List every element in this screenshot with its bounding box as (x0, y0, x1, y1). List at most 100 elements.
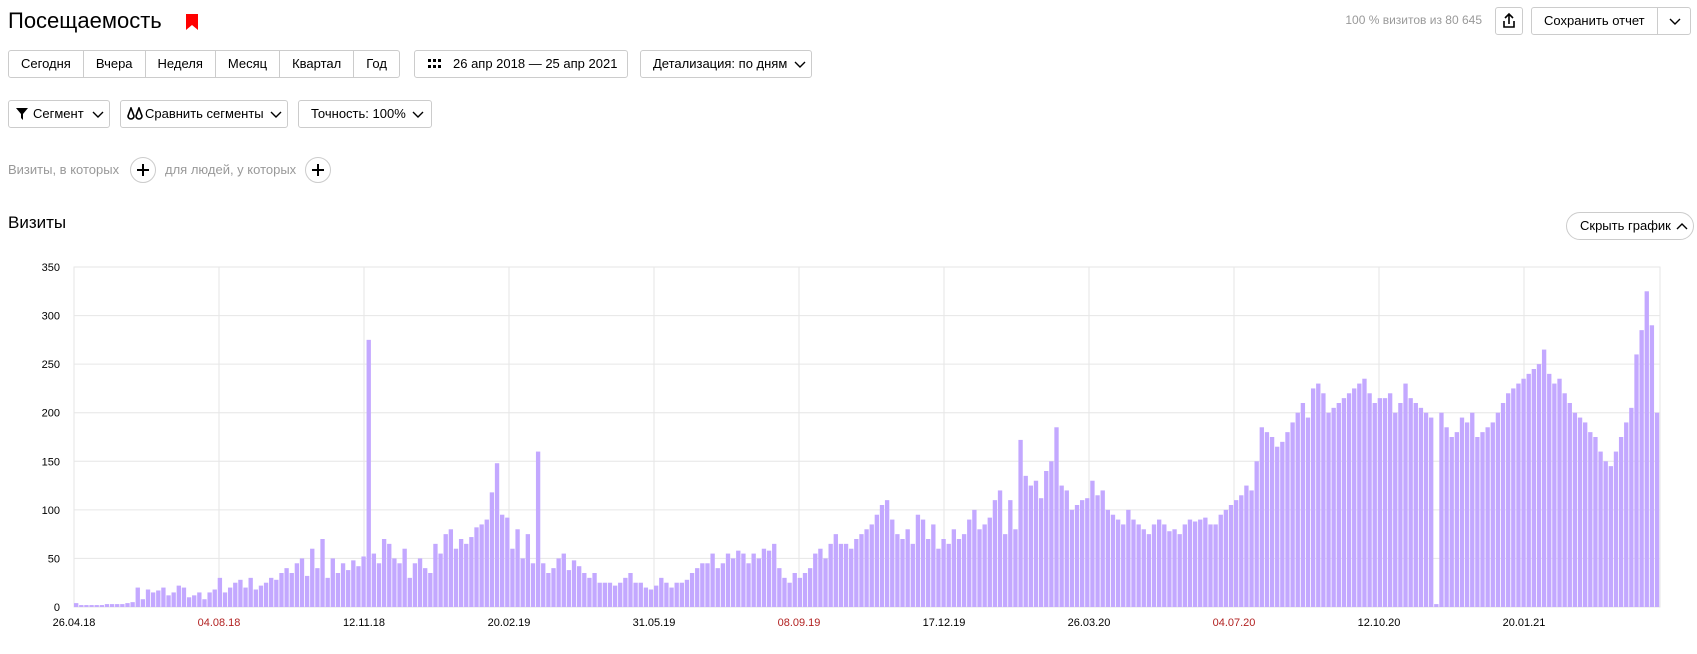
bar[interactable] (664, 582, 669, 607)
bar[interactable] (207, 592, 212, 607)
bar[interactable] (756, 558, 761, 607)
bar[interactable] (1629, 407, 1634, 607)
bar[interactable] (1506, 393, 1511, 607)
hide-chart-button[interactable]: Скрыть график (1566, 212, 1694, 240)
bar[interactable] (607, 582, 613, 607)
detail-dropdown[interactable]: Детализация: по дням (640, 50, 812, 78)
bar[interactable] (181, 587, 187, 607)
bar[interactable] (448, 529, 454, 607)
bar[interactable] (956, 539, 962, 607)
bar[interactable] (1080, 500, 1085, 607)
bar[interactable] (89, 605, 94, 607)
bar[interactable] (1429, 417, 1434, 607)
bar[interactable] (1541, 349, 1547, 607)
bar[interactable] (941, 539, 946, 607)
bar[interactable] (443, 534, 448, 607)
bar[interactable] (104, 604, 110, 607)
bar[interactable] (150, 592, 156, 607)
bar[interactable] (1239, 495, 1244, 607)
bar[interactable] (1074, 505, 1080, 607)
bar[interactable] (1162, 524, 1167, 607)
bar[interactable] (1198, 519, 1203, 607)
bar[interactable] (1583, 422, 1588, 607)
compare-segments-dropdown[interactable]: Сравнить сегменты (120, 100, 288, 128)
bar[interactable] (628, 573, 633, 607)
bar[interactable] (1423, 412, 1429, 607)
period-month-button[interactable]: Месяц (214, 51, 279, 77)
bookmark-icon[interactable] (186, 14, 198, 30)
bar[interactable] (761, 548, 767, 607)
bar[interactable] (1167, 531, 1172, 607)
bar[interactable] (838, 543, 844, 607)
bar[interactable] (1439, 412, 1444, 607)
bar[interactable] (222, 592, 228, 607)
bar[interactable] (1126, 509, 1131, 607)
bar[interactable] (1362, 378, 1367, 607)
save-report-button[interactable]: Сохранить отчет (1531, 7, 1691, 35)
bar[interactable] (936, 548, 941, 607)
bar[interactable] (777, 568, 782, 607)
bar[interactable] (361, 556, 366, 607)
bar[interactable] (1336, 403, 1341, 607)
bar[interactable] (1280, 441, 1285, 607)
bar[interactable] (1654, 412, 1660, 607)
bar[interactable] (1264, 432, 1270, 607)
accuracy-dropdown[interactable]: Точность: 100% (298, 100, 432, 128)
bar[interactable] (1300, 403, 1306, 607)
bar[interactable] (505, 517, 510, 607)
bar[interactable] (1259, 427, 1264, 607)
bar[interactable] (1141, 529, 1146, 607)
bar[interactable] (515, 529, 520, 607)
bar[interactable] (535, 451, 541, 607)
bar[interactable] (310, 548, 315, 607)
segment-dropdown[interactable]: Сегмент (8, 100, 110, 128)
bar[interactable] (623, 577, 628, 607)
bar[interactable] (1598, 451, 1603, 607)
bar[interactable] (366, 339, 371, 607)
bar[interactable] (1310, 388, 1316, 607)
bar[interactable] (428, 573, 433, 607)
bar[interactable] (376, 563, 382, 607)
bar[interactable] (417, 558, 423, 607)
bar[interactable] (1367, 393, 1372, 607)
bar[interactable] (618, 582, 623, 607)
bar[interactable] (94, 605, 99, 607)
bar[interactable] (1418, 407, 1424, 607)
bar[interactable] (1547, 373, 1552, 607)
bar[interactable] (176, 585, 181, 607)
bar[interactable] (346, 570, 351, 607)
bar[interactable] (115, 604, 120, 607)
bar[interactable] (859, 534, 864, 607)
bar[interactable] (1634, 354, 1639, 607)
bar[interactable] (484, 519, 489, 607)
bar[interactable] (74, 603, 79, 607)
bar[interactable] (1408, 398, 1413, 607)
bar[interactable] (299, 558, 305, 607)
bar[interactable] (371, 553, 377, 607)
bar[interactable] (351, 560, 356, 607)
bar[interactable] (1151, 524, 1157, 607)
bar[interactable] (520, 558, 525, 607)
bar[interactable] (951, 529, 957, 607)
bar[interactable] (849, 548, 854, 607)
bar[interactable] (1131, 519, 1136, 607)
bar[interactable] (474, 527, 479, 607)
bar[interactable] (833, 534, 838, 607)
bar[interactable] (854, 539, 859, 607)
bar[interactable] (818, 548, 823, 607)
bar[interactable] (1218, 514, 1223, 607)
bar[interactable] (1346, 393, 1352, 607)
bar[interactable] (915, 514, 921, 607)
bar[interactable] (1577, 417, 1583, 607)
bar[interactable] (1444, 427, 1449, 607)
bar[interactable] (1618, 437, 1624, 607)
bar[interactable] (1100, 490, 1105, 607)
bar[interactable] (1475, 437, 1480, 607)
bar[interactable] (879, 505, 885, 607)
bar[interactable] (325, 577, 330, 607)
chevron-down-icon[interactable] (1668, 8, 1682, 34)
bar[interactable] (1567, 403, 1572, 607)
bar[interactable] (412, 563, 418, 607)
bar[interactable] (402, 548, 407, 607)
bar[interactable] (612, 585, 618, 607)
